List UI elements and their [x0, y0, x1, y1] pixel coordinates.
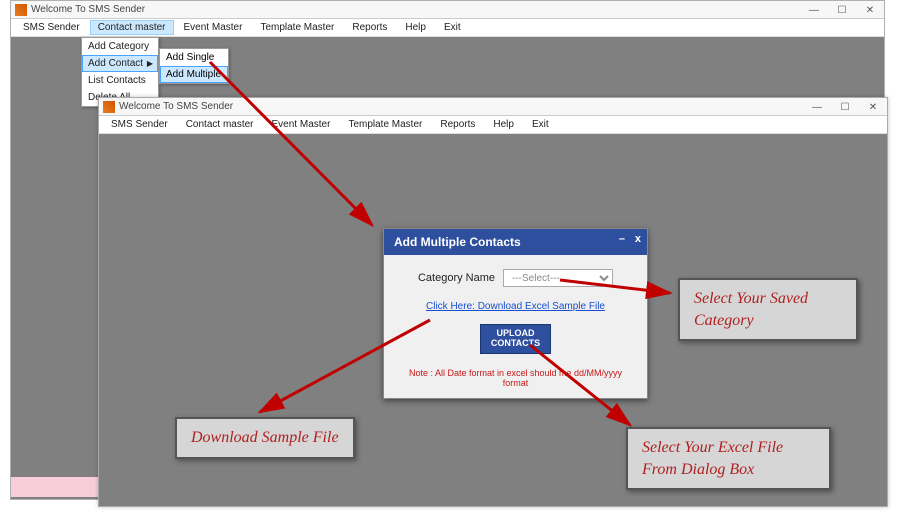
annotation-select-excel: Select Your Excel FileFrom Dialog Box	[626, 427, 831, 490]
dialog-minimize-icon[interactable]: –	[619, 233, 625, 245]
annotation-download-sample: Download Sample File	[175, 417, 355, 459]
menu-sms-sender[interactable]: SMS Sender	[103, 117, 176, 132]
menu-event-master[interactable]: Event Master	[264, 117, 339, 132]
close-button[interactable]: ✕	[856, 1, 884, 19]
titlebar-outer: Welcome To SMS Sender — ☐ ✕	[11, 1, 884, 19]
window-controls: — ☐ ✕	[803, 98, 887, 116]
taskbar-preview-strip	[11, 477, 98, 497]
window-title: Welcome To SMS Sender	[31, 4, 145, 15]
menu-template-master[interactable]: Template Master	[252, 20, 342, 35]
dialog-close-icon[interactable]: x	[635, 233, 641, 245]
app-icon	[15, 4, 27, 16]
menu-help[interactable]: Help	[397, 20, 434, 35]
menu-reports[interactable]: Reports	[432, 117, 483, 132]
add-contact-submenu: Add Single Add Multiple	[159, 48, 229, 84]
date-format-note: Note : All Date format in excel should m…	[396, 368, 635, 388]
menu-exit[interactable]: Exit	[524, 117, 557, 132]
category-name-select[interactable]: ---Select---	[503, 269, 613, 287]
menu-exit[interactable]: Exit	[436, 20, 469, 35]
maximize-button[interactable]: ☐	[831, 98, 859, 116]
menu-item-list-contacts[interactable]: List Contacts	[82, 72, 158, 89]
close-button[interactable]: ✕	[859, 98, 887, 116]
download-sample-link[interactable]: Click Here: Download Excel Sample File	[426, 301, 605, 312]
menu-contact-master[interactable]: Contact master	[178, 117, 262, 132]
app-icon	[103, 101, 115, 113]
maximize-button[interactable]: ☐	[828, 1, 856, 19]
titlebar-inner: Welcome To SMS Sender — ☐ ✕	[99, 98, 887, 116]
menu-event-master[interactable]: Event Master	[176, 20, 251, 35]
add-multiple-contacts-dialog: Add Multiple Contacts – x Category Name …	[383, 228, 648, 399]
upload-btn-line1: UPLOAD	[497, 328, 535, 338]
menu-item-add-single[interactable]: Add Single	[160, 49, 228, 66]
menu-item-add-category[interactable]: Add Category	[82, 38, 158, 55]
menu-item-add-contact[interactable]: Add Contact ▶	[82, 55, 158, 72]
annotation-select-category: Select Your SavedCategory	[678, 278, 858, 341]
window-title: Welcome To SMS Sender	[119, 101, 233, 112]
minimize-button[interactable]: —	[800, 1, 828, 19]
menu-help[interactable]: Help	[485, 117, 522, 132]
menu-template-master[interactable]: Template Master	[340, 117, 430, 132]
menu-item-label: Add Contact	[88, 58, 143, 69]
dialog-body: Category Name ---Select--- Click Here: D…	[384, 255, 647, 398]
window-controls: — ☐ ✕	[800, 1, 884, 19]
category-name-label: Category Name	[418, 272, 495, 284]
dialog-title: Add Multiple Contacts	[394, 235, 521, 249]
upload-contacts-button[interactable]: UPLOAD CONTACTS	[480, 324, 551, 354]
menu-sms-sender[interactable]: SMS Sender	[15, 20, 88, 35]
minimize-button[interactable]: —	[803, 98, 831, 116]
menubar-outer: SMS Sender Contact master Event Master T…	[11, 19, 884, 37]
dialog-titlebar: Add Multiple Contacts – x	[384, 229, 647, 255]
menu-reports[interactable]: Reports	[344, 20, 395, 35]
submenu-arrow-icon: ▶	[147, 59, 153, 68]
upload-btn-line2: CONTACTS	[491, 338, 540, 348]
menu-item-add-multiple[interactable]: Add Multiple	[160, 66, 228, 83]
menu-contact-master[interactable]: Contact master	[90, 20, 174, 35]
menubar-inner: SMS Sender Contact master Event Master T…	[99, 116, 887, 134]
